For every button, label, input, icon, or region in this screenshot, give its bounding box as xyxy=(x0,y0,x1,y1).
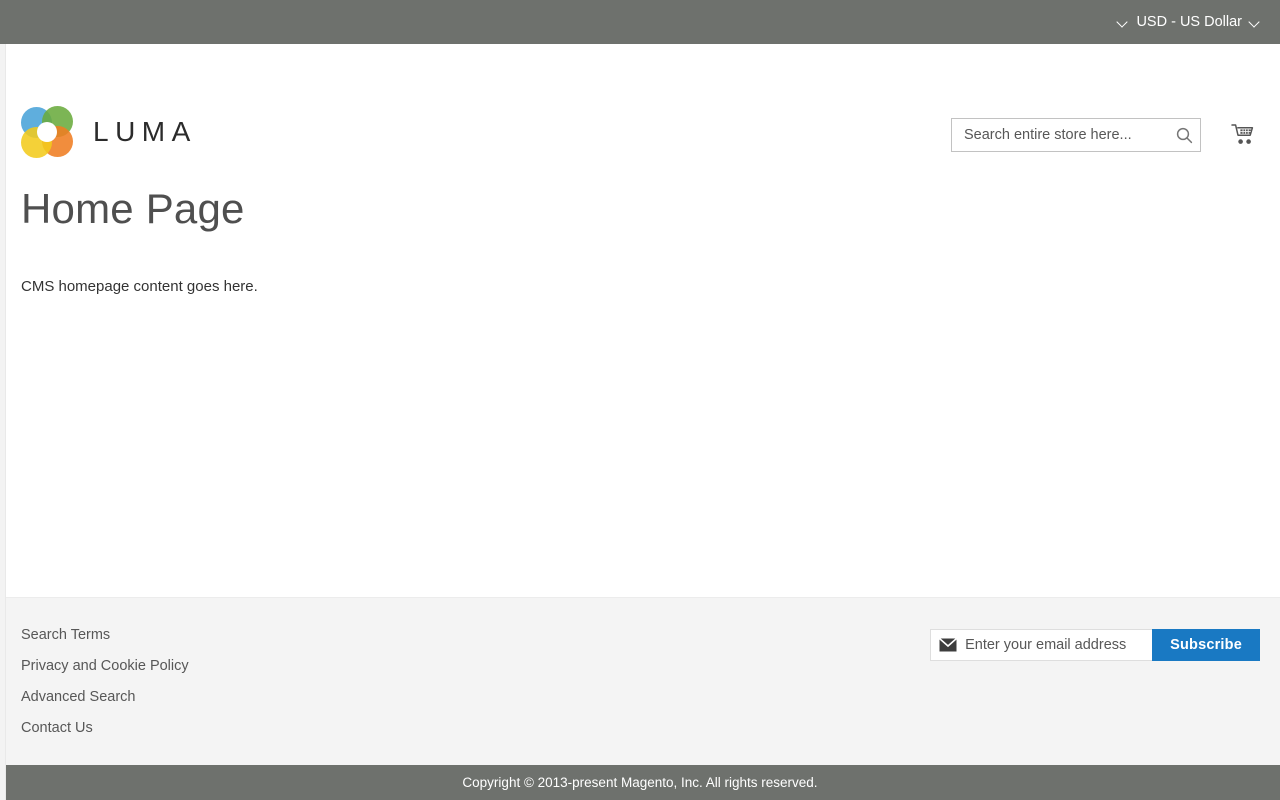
top-panel: USD - US Dollar xyxy=(0,0,1280,44)
cms-content-text: CMS homepage content goes here. xyxy=(21,278,258,296)
luma-logo-icon xyxy=(21,106,73,158)
shopping-cart-icon xyxy=(1231,124,1254,144)
envelope-icon xyxy=(939,638,958,652)
footer-link-advanced-search[interactable]: Advanced Search xyxy=(21,689,135,705)
newsletter-subscribe-block: Subscribe xyxy=(930,629,1260,661)
currency-switcher[interactable]: USD - US Dollar xyxy=(1114,12,1264,32)
footer-link-privacy-and-cookie-policy[interactable]: Privacy and Cookie Policy xyxy=(21,658,189,674)
search-button[interactable] xyxy=(1168,119,1200,151)
chevron-down-icon xyxy=(1118,17,1128,27)
search-block xyxy=(951,118,1201,152)
chevron-down-icon xyxy=(1250,17,1260,27)
page-footer: Search Terms Privacy and Cookie Policy A… xyxy=(0,597,1280,765)
search-icon xyxy=(1176,127,1192,143)
page-left-gutter xyxy=(0,44,6,800)
footer-link-search-terms[interactable]: Search Terms xyxy=(21,627,110,643)
copyright-text: Copyright © 2013-present Magento, Inc. A… xyxy=(462,775,818,790)
logo-link[interactable]: LUMA xyxy=(21,106,197,158)
currency-switcher-label: USD - US Dollar xyxy=(1136,14,1242,30)
footer-link-contact-us[interactable]: Contact Us xyxy=(21,720,93,736)
page-header: LUMA xyxy=(0,44,1280,158)
copyright-bar: Copyright © 2013-present Magento, Inc. A… xyxy=(0,765,1280,800)
header-content: LUMA xyxy=(0,44,1280,158)
page-main: Home Page CMS homepage content goes here… xyxy=(0,185,1280,626)
newsletter-input-wrapper xyxy=(930,629,1153,661)
footer-inner: Search Terms Privacy and Cookie Policy A… xyxy=(0,598,1280,765)
list-item: Advanced Search xyxy=(21,688,1259,706)
minicart-button[interactable] xyxy=(1228,120,1260,150)
page-title: Home Page xyxy=(21,185,245,232)
list-item: Contact Us xyxy=(21,719,1259,737)
subscribe-button[interactable]: Subscribe xyxy=(1152,629,1260,661)
newsletter-email-input[interactable] xyxy=(957,630,1134,660)
logo-text: LUMA xyxy=(93,116,197,147)
search-input[interactable] xyxy=(951,118,1201,152)
